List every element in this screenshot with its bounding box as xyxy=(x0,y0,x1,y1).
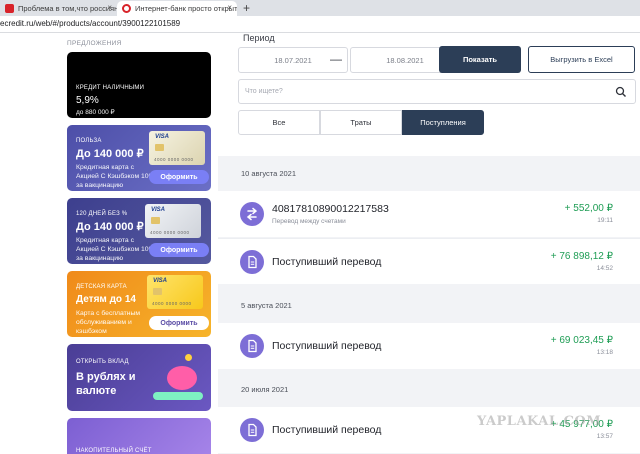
card-chip-icon xyxy=(151,217,160,224)
document-icon xyxy=(240,250,264,274)
document-icon xyxy=(240,334,264,358)
promo-desc: Кредитная карта с Акцией С Кэшбэком 10% … xyxy=(76,164,155,189)
date-group-header: 5 августа 2021 xyxy=(241,301,292,310)
transaction-time: 19:11 xyxy=(597,217,613,224)
promo-big: Детям до 14 xyxy=(76,294,136,305)
promo-savings-account[interactable]: НАКОПИТЕЛЬНЫЙ СЧЁТ xyxy=(67,418,211,454)
sidebar-heading: ПРЕДЛОЖЕНИЯ xyxy=(67,40,122,47)
address-bar[interactable]: ecredit.ru/web/#/products/account/390012… xyxy=(0,16,640,33)
card-number: 4000 0000 0000 xyxy=(150,230,190,235)
date-group-header: 10 августа 2021 xyxy=(241,169,297,178)
credit-card-image: VISA 4000 0000 0000 xyxy=(145,204,201,238)
promo-desc: Кредитная карта с Акцией С Кэшбэком 10% … xyxy=(76,237,155,262)
browser-tab-title: Проблема в том,что россиян xyxy=(18,4,117,13)
transaction-title: Поступивший перевод xyxy=(272,256,382,268)
promo-credit-card-120[interactable]: 120 ДНЕЙ БЕЗ % До 140 000 ₽ Кредитная ка… xyxy=(67,198,211,264)
transaction-title: Поступивший перевод xyxy=(272,340,382,352)
browser-tab[interactable]: Проблема в том,что россиян × xyxy=(0,1,117,16)
site-favicon-icon xyxy=(122,4,131,13)
search-input[interactable]: Что ищете? xyxy=(238,79,636,104)
new-tab-button[interactable]: + xyxy=(243,1,250,15)
card-number: 4000 0000 0000 xyxy=(154,157,194,162)
sidebar: ПРЕДЛОЖЕНИЯ КРЕДИТ НАЛИЧНЫМИ 5,9% до 880… xyxy=(0,33,218,454)
date-group-header: 20 июля 2021 xyxy=(241,385,289,394)
transaction-title: Поступивший перевод xyxy=(272,424,382,436)
search-placeholder: Что ищете? xyxy=(245,88,283,95)
promo-desc: до 880 000 ₽ xyxy=(76,109,115,116)
transaction-amount: + 69 023,45 ₽ xyxy=(550,335,613,346)
period-label: Период xyxy=(243,33,275,43)
tab-income[interactable]: Поступления xyxy=(402,110,484,135)
close-tab-icon[interactable]: × xyxy=(107,3,112,12)
transaction-row[interactable]: Поступивший перевод + 76 898,12 ₽ 14:52 xyxy=(218,238,640,284)
promo-small: ОТКРЫТЬ ВКЛАД xyxy=(76,359,129,365)
order-button[interactable]: Оформить xyxy=(149,316,209,330)
browser-tab-title: Интернет-банк просто открыт xyxy=(135,4,237,13)
document-icon xyxy=(240,418,264,442)
close-tab-icon[interactable]: × xyxy=(227,3,232,12)
card-chip-icon xyxy=(153,288,162,295)
tab-all[interactable]: Все xyxy=(238,110,320,135)
promo-big: До 140 000 ₽ xyxy=(76,221,144,233)
promo-big: В рублях и валюте xyxy=(76,371,136,397)
kids-card-image: VISA 4000 0000 0000 xyxy=(147,275,203,309)
promo-credit-card-polza[interactable]: ПОЛЬЗА До 140 000 ₽ Кредитная карта с Ак… xyxy=(67,125,211,191)
tab-expenses[interactable]: Траты xyxy=(320,110,402,135)
deposit-label-bar xyxy=(153,392,203,400)
promo-small: КРЕДИТ НАЛИЧНЫМИ xyxy=(76,85,145,91)
browser-tab-bar: Проблема в том,что россиян × Интернет-ба… xyxy=(0,0,640,16)
transfer-arrows-icon xyxy=(240,202,264,226)
transaction-amount: + 76 898,12 ₽ xyxy=(550,251,613,262)
promo-big: До 140 000 ₽ xyxy=(76,148,144,160)
coin-icon xyxy=(185,354,192,361)
promo-kids-card[interactable]: ДЕТСКАЯ КАРТА Детям до 14 Карта с беспла… xyxy=(67,271,211,337)
transaction-subtitle: Перевод между счетами xyxy=(272,218,346,225)
promo-small: ДЕТСКАЯ КАРТА xyxy=(76,284,127,290)
main-content: Период 18.07.2021 — 18.08.2021 Показать … xyxy=(218,33,640,454)
watermark: YAPLAKAL.COM xyxy=(477,414,602,429)
card-brand: VISA xyxy=(151,207,166,213)
transaction-time: 13:18 xyxy=(596,349,613,356)
order-button[interactable]: Оформить xyxy=(149,243,209,257)
promo-big: 5,9% xyxy=(76,95,99,106)
filter-panel: Период 18.07.2021 — 18.08.2021 Показать … xyxy=(218,33,640,156)
card-chip-icon xyxy=(155,144,164,151)
date-range-dash: — xyxy=(330,52,342,66)
transaction-row[interactable]: 40817810890012217583 Перевод между счета… xyxy=(218,191,640,237)
card-number: 4000 0000 0000 xyxy=(152,301,192,306)
transaction-time: 14:52 xyxy=(596,265,613,272)
export-excel-button[interactable]: Выгрузить в Excel xyxy=(528,46,635,73)
card-brand: VISA xyxy=(153,278,168,284)
promo-small: ПОЛЬЗА xyxy=(76,138,102,144)
credit-card-image: VISA 4000 0000 0000 xyxy=(149,131,205,165)
order-button[interactable]: Оформить xyxy=(149,170,209,184)
transaction-amount: + 552,00 ₽ xyxy=(564,203,613,214)
promo-deposit[interactable]: ОТКРЫТЬ ВКЛАД В рублях и валюте xyxy=(67,344,211,411)
url-text[interactable]: ecredit.ru/web/#/products/account/390012… xyxy=(0,19,180,28)
transaction-row[interactable]: Поступивший перевод + 69 023,45 ₽ 13:18 xyxy=(218,323,640,369)
promo-cash-loan[interactable]: КРЕДИТ НАЛИЧНЫМИ 5,9% до 880 000 ₽ xyxy=(67,52,211,118)
promo-small: 120 ДНЕЙ БЕЗ % xyxy=(76,211,128,217)
promo-desc: Карта с бесплатным обслуживанием и кэшбэ… xyxy=(76,310,141,335)
transaction-time: 13:57 xyxy=(596,433,613,440)
browser-tab-active[interactable]: Интернет-банк просто открыт × xyxy=(117,1,237,16)
show-button[interactable]: Показать xyxy=(439,46,521,73)
search-icon[interactable] xyxy=(615,86,627,98)
card-brand: VISA xyxy=(155,134,170,140)
piggy-bank-icon xyxy=(167,366,197,390)
transaction-title: 40817810890012217583 xyxy=(272,203,389,215)
promo-small: НАКОПИТЕЛЬНЫЙ СЧЁТ xyxy=(76,448,152,454)
site-favicon-icon xyxy=(5,4,14,13)
